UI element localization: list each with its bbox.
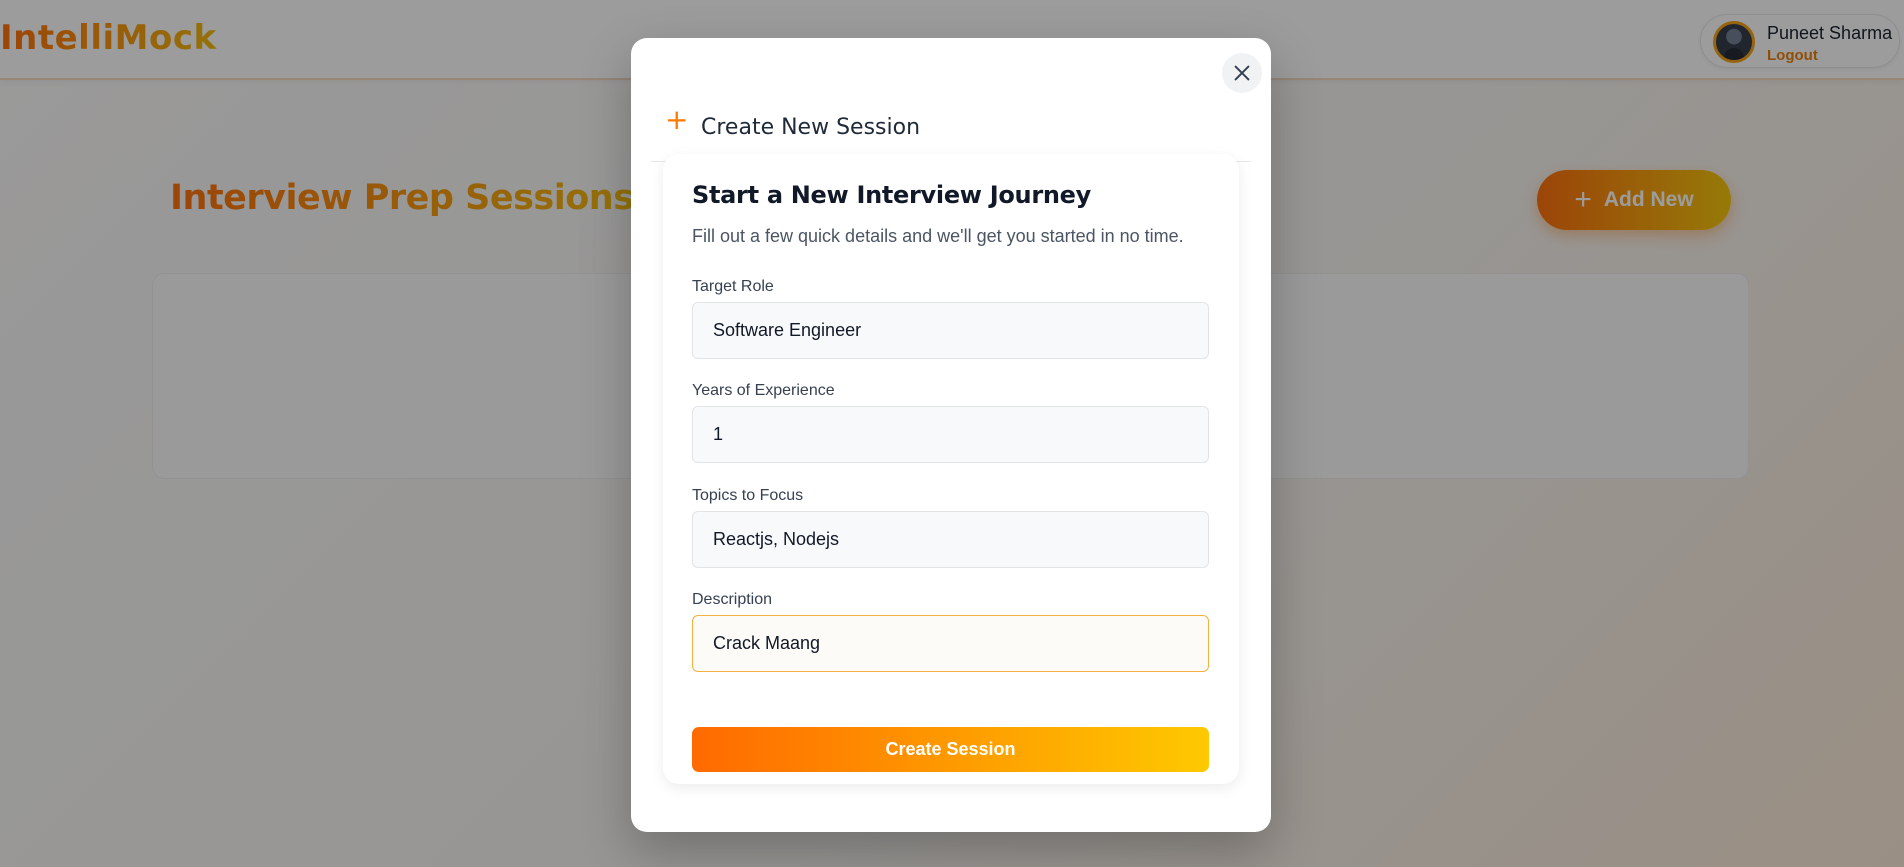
modal-title: Create New Session [701, 115, 921, 140]
topics-label: Topics to Focus [692, 487, 804, 504]
modal-header: + Create New Session [651, 76, 1251, 162]
topics-input[interactable] [692, 511, 1209, 568]
target-role-label: Target Role [692, 278, 774, 295]
target-role-input[interactable] [692, 302, 1209, 359]
form-heading: Start a New Interview Journey [692, 181, 1091, 209]
plus-icon: + [665, 103, 689, 136]
description-input[interactable] [692, 615, 1209, 672]
form-subtitle: Fill out a few quick details and we'll g… [692, 226, 1184, 246]
create-session-modal: + Create New Session Start a New Intervi… [631, 38, 1271, 832]
description-label: Description [692, 591, 773, 608]
create-session-button[interactable]: Create Session [692, 727, 1209, 772]
session-form: Start a New Interview Journey Fill out a… [663, 154, 1239, 784]
experience-label: Years of Experience [692, 382, 835, 399]
experience-input[interactable] [692, 406, 1209, 463]
